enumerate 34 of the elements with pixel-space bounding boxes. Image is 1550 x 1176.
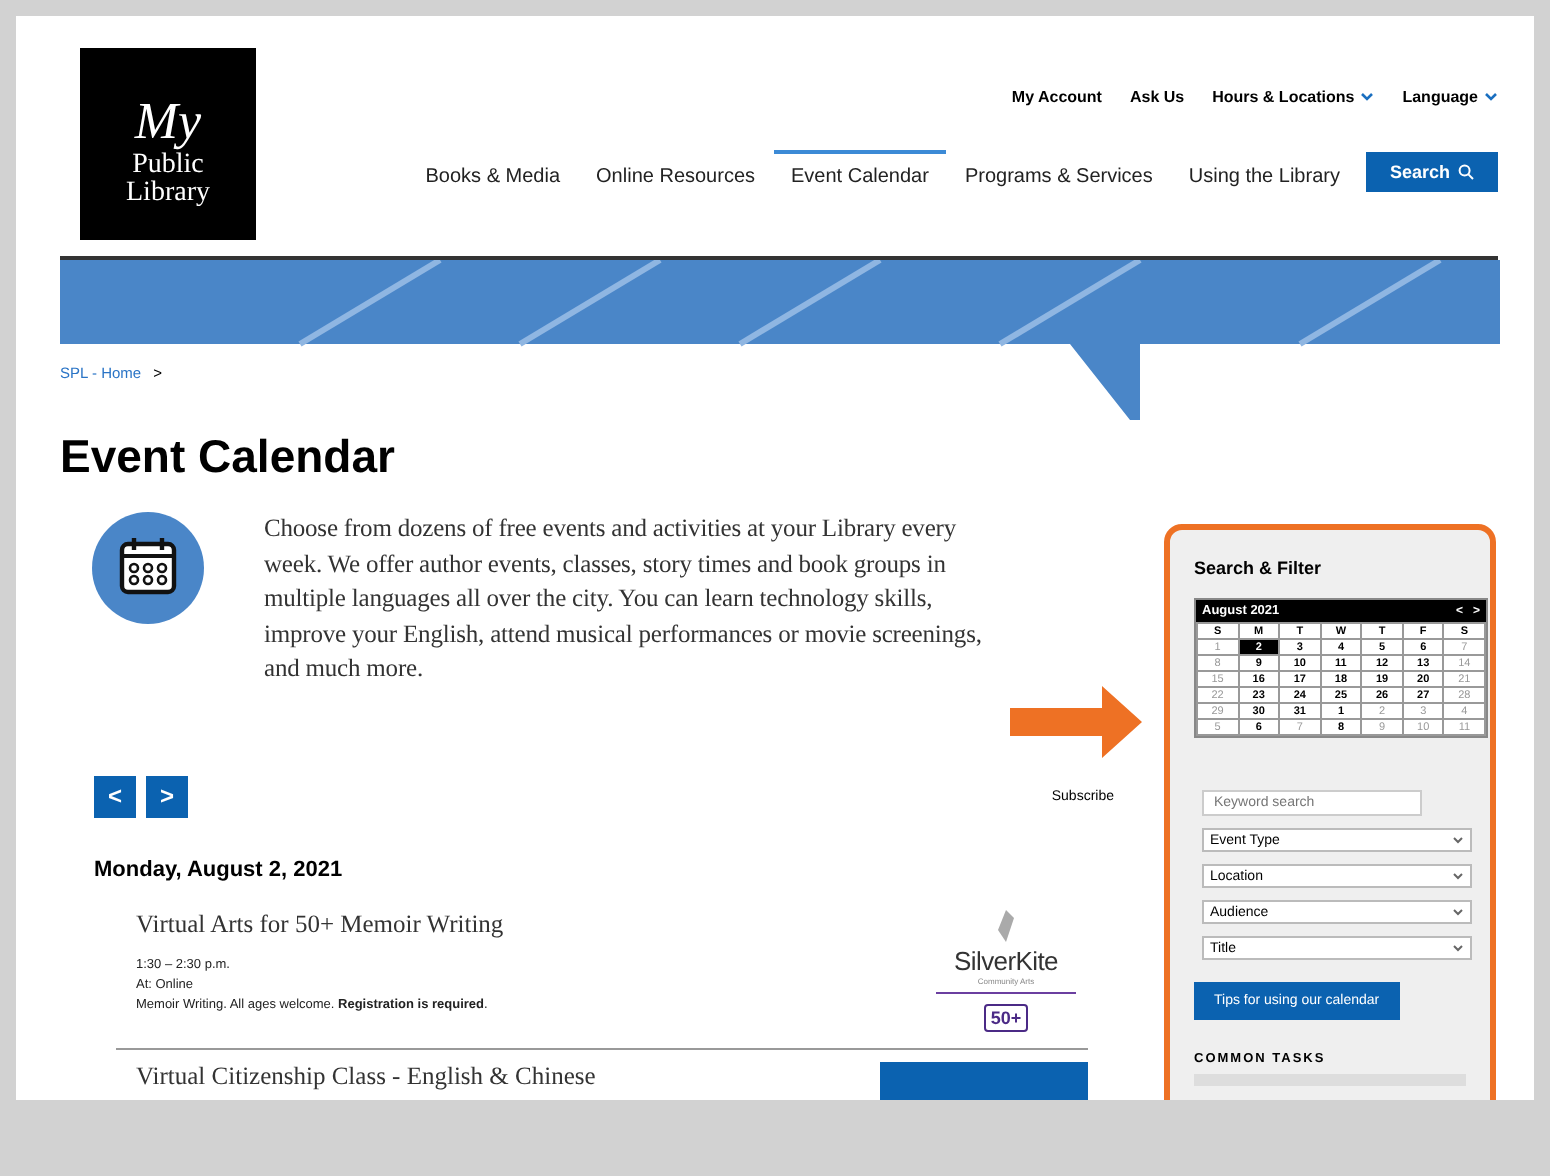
- nav-tab[interactable]: Books & Media: [407, 150, 579, 196]
- logo-text: Public: [132, 152, 204, 180]
- chevron-down-icon: [1452, 836, 1464, 844]
- panel-heading: Search & Filter: [1194, 558, 1324, 578]
- previous-button[interactable]: <: [94, 775, 136, 817]
- chevron-down-icon: [1360, 92, 1375, 102]
- age-badge: 50+: [984, 1003, 1028, 1031]
- search-icon: [1458, 164, 1474, 180]
- logo-text: My: [134, 92, 202, 152]
- calendar-icon: [92, 512, 204, 624]
- page-title: Event Calendar: [60, 430, 397, 484]
- nav-tab[interactable]: Online Resources: [578, 150, 774, 196]
- chevron-down-icon: [1452, 944, 1464, 952]
- sponsor-logo-text: SilverKite: [954, 945, 1058, 975]
- nav-tab[interactable]: Event Calendar: [773, 150, 947, 196]
- utility-link[interactable]: Hours & Locations: [1212, 88, 1355, 106]
- chevron-down-icon: [1452, 908, 1464, 916]
- library-logo[interactable]: My Public Library: [80, 48, 256, 240]
- kite-icon: [998, 909, 1014, 941]
- intro-paragraph: Choose from dozens of free events and activities at your Library every week. We offer author events, classes, story times and book groups in multiple languages all over the city. You can learn technology skills, improve your English, attend musical performances or movie screenings, and much more.: [264, 512, 984, 686]
- logo-text: Library: [126, 180, 210, 208]
- arrow-icon: [1010, 686, 1142, 758]
- event-title[interactable]: Virtual Arts for 50+ Memoir Writing: [136, 909, 936, 939]
- nav-tab[interactable]: Programs & Services: [946, 150, 1171, 196]
- chevron-down-icon: [1484, 92, 1498, 102]
- next-button[interactable]: >: [146, 775, 188, 817]
- utility-link[interactable]: Language: [1402, 88, 1478, 106]
- utility-link[interactable]: My Account: [1011, 88, 1102, 106]
- chevron-down-icon: [1452, 872, 1464, 880]
- event-title[interactable]: Virtual Citizenship Class - English & Chinese: [136, 1061, 596, 1100]
- utility-link[interactable]: Ask Us: [1129, 88, 1185, 106]
- nav-tab[interactable]: Using the Library: [1170, 150, 1358, 196]
- search-button[interactable]: Search: [1365, 152, 1498, 192]
- date-heading: Monday, August 2, 2021: [94, 857, 345, 881]
